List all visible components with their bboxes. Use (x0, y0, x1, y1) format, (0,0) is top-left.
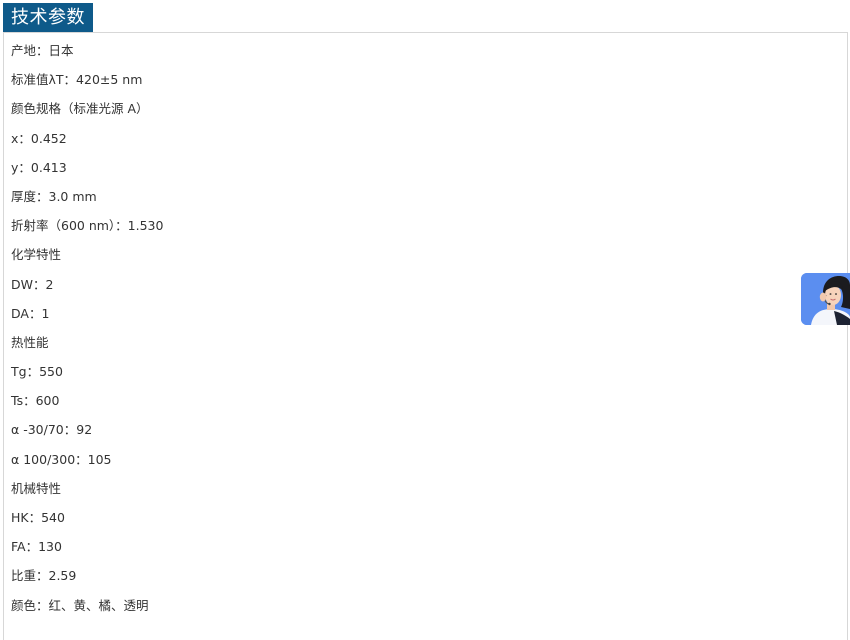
spec-ts: Ts：600 (11, 393, 60, 409)
spec-refractive-index: 折射率（600 nm）：1.530 (11, 218, 164, 234)
section-title-tab: 技术参数 (3, 3, 93, 32)
spec-panel: 产地：日本 标准值λT：420±5 nm 颜色规格（标准光源 A） x：0.45… (3, 32, 848, 640)
spec-dw: DW：2 (11, 276, 54, 292)
spec-tg: Tg：550 (11, 364, 63, 380)
spec-list: 产地：日本 标准值λT：420±5 nm 颜色规格（标准光源 A） x：0.45… (11, 42, 163, 626)
spec-fa: FA：130 (11, 539, 62, 555)
spec-alpha-30-70: α -30/70：92 (11, 422, 93, 438)
spec-thickness: 厚度：3.0 mm (11, 188, 97, 204)
spec-y: y：0.413 (11, 159, 67, 175)
customer-service-button[interactable] (801, 273, 850, 325)
spec-color-heading: 颜色规格（标准光源 A） (11, 101, 149, 117)
spec-origin: 产地：日本 (11, 43, 74, 58)
spec-x: x：0.452 (11, 130, 67, 146)
spec-thermal-heading: 热性能 (11, 334, 49, 350)
spec-alpha-100-300: α 100/300：105 (11, 451, 112, 467)
spec-mechanical-heading: 机械特性 (11, 480, 62, 496)
page: 技术参数 产地：日本 标准值λT：420±5 nm 颜色规格（标准光源 A） x… (0, 0, 850, 640)
spec-standard-value: 标准值λT：420±5 nm (11, 72, 143, 88)
spec-colors: 颜色：红、黄、橘、透明 (11, 597, 149, 613)
spec-specific-gravity: 比重：2.59 (11, 568, 77, 584)
spec-da: DA：1 (11, 305, 50, 321)
spec-chemical-heading: 化学特性 (11, 247, 62, 263)
spec-hk: HK：540 (11, 510, 65, 525)
customer-service-avatar-icon (801, 273, 850, 325)
